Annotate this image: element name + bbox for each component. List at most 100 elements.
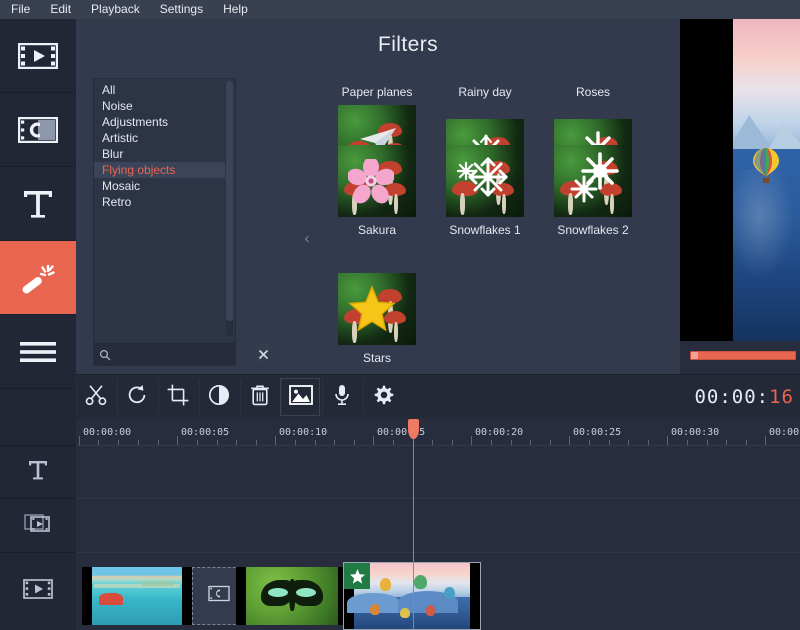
filter-thumbnail xyxy=(338,145,416,217)
hamburger-icon xyxy=(18,339,58,365)
color-adjust-button[interactable] xyxy=(199,379,237,415)
transition-icon xyxy=(18,116,58,143)
ruler-label: 00:00:25 xyxy=(573,427,622,438)
search-clear-button[interactable] xyxy=(258,344,269,365)
track-header-video[interactable] xyxy=(0,553,76,630)
video-editor-window: File Edit Playback Settings Help Filters… xyxy=(0,0,800,630)
collapse-panel-chevron-icon[interactable]: ‹ xyxy=(301,227,313,249)
preview-stage[interactable] xyxy=(680,19,800,341)
filter-item-stars[interactable]: Stars xyxy=(323,273,431,365)
clip-thumbnail xyxy=(246,567,338,625)
filter-grid: Paper planes Rainy day Roses Sakura Snow… xyxy=(323,85,733,370)
transition-icon xyxy=(208,585,230,607)
split-button[interactable] xyxy=(76,379,114,415)
video-track-lane[interactable] xyxy=(76,553,800,630)
filter-label: Snowflakes 2 xyxy=(557,223,629,237)
menu-item-settings[interactable]: Settings xyxy=(150,0,213,19)
timeline-ruler[interactable]: 00:00:00 00:00:05 00:00:10 00:00:15 00:0… xyxy=(76,419,800,446)
sidebar-item-more[interactable] xyxy=(0,315,76,389)
track-header-titles[interactable] xyxy=(0,446,76,499)
filter-applied-badge xyxy=(344,563,370,589)
preview-panel xyxy=(680,19,800,374)
filter-label: Stars xyxy=(362,351,391,365)
menu-item-file[interactable]: File xyxy=(0,0,40,19)
category-item-noise[interactable]: Noise xyxy=(94,98,225,114)
sakura-flower-overlay xyxy=(348,159,394,204)
menu-bar: File Edit Playback Settings Help xyxy=(0,0,800,20)
filter-item-sakura[interactable]: Sakura xyxy=(323,145,431,237)
category-scrollbar-thumb[interactable] xyxy=(226,81,233,321)
text-t-icon xyxy=(27,458,49,487)
preview-progress-bar[interactable] xyxy=(690,351,796,360)
text-t-icon xyxy=(21,187,55,221)
search-row xyxy=(94,343,269,365)
category-item-artistic[interactable]: Artistic xyxy=(94,130,225,146)
title-track-lane[interactable] xyxy=(76,446,800,499)
preview-progress-knob[interactable] xyxy=(691,352,698,359)
category-item-blur[interactable]: Blur xyxy=(94,146,225,162)
clip-balloons[interactable] xyxy=(343,562,481,630)
playhead-line[interactable] xyxy=(408,419,419,630)
category-item-adjustments[interactable]: Adjustments xyxy=(94,114,225,130)
clip-beach[interactable] xyxy=(82,567,192,625)
star-overlay xyxy=(348,285,396,332)
contrast-icon xyxy=(208,384,230,411)
filter-label: Rainy day xyxy=(458,85,512,99)
track-header-spacer xyxy=(0,419,76,446)
ruler-label: 00:00:00 xyxy=(83,427,132,438)
properties-button[interactable] xyxy=(363,379,401,415)
ruler-label: 00:00:20 xyxy=(475,427,524,438)
filter-item-snowflakes-1[interactable]: Snowflakes 1 xyxy=(431,145,539,237)
filter-thumbnail xyxy=(554,145,632,217)
sidebar-item-import-media[interactable] xyxy=(0,19,76,93)
category-item-flying-objects[interactable]: Flying objects xyxy=(94,162,225,178)
filter-label: Roses xyxy=(575,85,610,99)
filter-label: Sakura xyxy=(357,223,397,237)
picture-icon xyxy=(288,384,313,410)
ruler-label: 00:00 xyxy=(769,427,800,438)
menu-item-help[interactable]: Help xyxy=(213,0,258,19)
sidebar-item-transitions[interactable] xyxy=(0,93,76,167)
timeline[interactable]: 00:00:00 00:00:05 00:00:10 00:00:15 00:0… xyxy=(76,419,800,630)
search-icon xyxy=(99,348,111,361)
track-header-overlay[interactable] xyxy=(0,499,76,553)
rotate-icon xyxy=(126,384,148,411)
magic-wand-icon xyxy=(19,261,57,295)
sidebar-item-filters[interactable] xyxy=(0,241,76,315)
hot-air-balloon-icon xyxy=(753,148,779,183)
menu-item-playback[interactable]: Playback xyxy=(81,0,150,19)
crop-button[interactable] xyxy=(158,379,196,415)
image-button[interactable] xyxy=(280,378,320,416)
filters-panel: Filters All Noise Adjustments Artistic B… xyxy=(76,19,733,374)
ruler-label: 00:00:30 xyxy=(671,427,720,438)
crop-icon xyxy=(167,384,189,411)
clip-butterfly[interactable] xyxy=(236,567,348,625)
sidebar-item-titles[interactable] xyxy=(0,167,76,241)
ruler-label: 00:00:05 xyxy=(181,427,230,438)
rotate-button[interactable] xyxy=(117,379,155,415)
category-item-retro[interactable]: Retro xyxy=(94,194,225,210)
overlay-film-icon xyxy=(24,512,52,539)
scissors-icon xyxy=(85,384,107,411)
filter-item-snowflakes-2[interactable]: Snowflakes 2 xyxy=(539,145,647,237)
film-play-icon xyxy=(18,42,58,69)
filter-label: Paper planes xyxy=(341,85,413,99)
playhead-handle[interactable] xyxy=(408,419,419,439)
category-scrollbar[interactable] xyxy=(226,81,233,336)
overlay-track-lane[interactable] xyxy=(76,499,800,553)
ruler-label: 00:00:10 xyxy=(279,427,328,438)
menu-item-edit[interactable]: Edit xyxy=(40,0,81,19)
delete-button[interactable] xyxy=(240,379,278,415)
preview-image xyxy=(733,19,800,341)
category-list: All Noise Adjustments Artistic Blur Flyi… xyxy=(93,78,269,366)
module-rail xyxy=(0,19,77,421)
clip-thumbnail xyxy=(347,563,470,629)
clip-thumbnail xyxy=(92,567,182,625)
category-item-mosaic[interactable]: Mosaic xyxy=(94,178,225,194)
star-icon xyxy=(349,568,365,584)
page-title: Filters xyxy=(378,33,438,56)
filter-label: Snowflakes 1 xyxy=(449,223,521,237)
record-audio-button[interactable] xyxy=(322,379,360,415)
category-item-all[interactable]: All xyxy=(94,82,225,98)
search-input[interactable] xyxy=(94,344,258,365)
